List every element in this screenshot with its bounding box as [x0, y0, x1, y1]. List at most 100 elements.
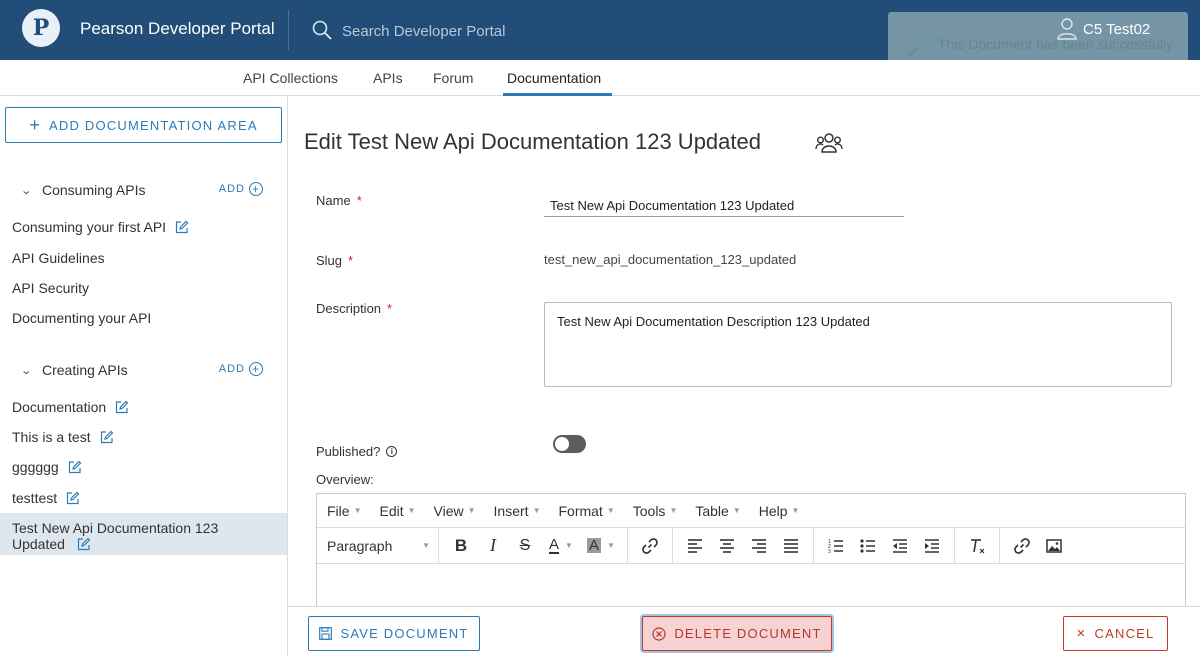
align-group [673, 527, 814, 564]
edit-icon[interactable] [77, 537, 91, 551]
link-group [628, 527, 673, 564]
sidebar-item-label: API Guidelines [12, 250, 105, 266]
pearson-logo[interactable]: P [22, 9, 60, 47]
add-consuming-apis-button[interactable]: ADD + [219, 182, 263, 196]
align-center-icon[interactable] [711, 532, 743, 560]
editor-menubar: File ▼ Edit ▼ View ▼ Insert ▼ Format ▼ Tools ▼… [317, 494, 1185, 528]
name-label-text: Name [316, 193, 351, 208]
edit-icon[interactable] [66, 491, 80, 505]
insert-link-icon[interactable] [1006, 532, 1038, 560]
text-color-icon[interactable]: A ▼ [541, 532, 581, 560]
users-group-icon[interactable] [815, 130, 843, 156]
sidebar-item-consuming-your-first-api[interactable]: Consuming your first API [12, 219, 189, 235]
clear-formatting-icon[interactable] [961, 532, 993, 560]
description-field[interactable] [544, 302, 1172, 387]
published-label-text: Published? [316, 444, 381, 459]
edit-icon[interactable] [115, 400, 129, 414]
indent-icon[interactable] [916, 532, 948, 560]
link-icon[interactable] [634, 532, 666, 560]
user-name[interactable]: C5 Test02 [1083, 21, 1150, 38]
delete-document-button[interactable]: DELETE DOCUMENT [642, 616, 832, 651]
sidebar-item-documentation[interactable]: Documentation [12, 399, 129, 415]
caret-down-icon: ▼ [791, 506, 800, 515]
main-nav: API Collections APIs Forum Documentation [0, 60, 1200, 96]
menu-file[interactable]: File ▼ [327, 503, 361, 519]
menu-label: File [327, 502, 350, 519]
menu-view[interactable]: View ▼ [434, 503, 476, 519]
add-creating-apis-button[interactable]: ADD + [219, 362, 263, 376]
menu-tools[interactable]: Tools ▼ [633, 503, 678, 519]
menu-help[interactable]: Help ▼ [759, 503, 800, 519]
menu-edit[interactable]: Edit ▼ [379, 503, 415, 519]
align-right-icon[interactable] [743, 532, 775, 560]
published-label: Published? i [316, 444, 398, 459]
menu-table[interactable]: Table ▼ [695, 503, 740, 519]
menu-format[interactable]: Format ▼ [558, 503, 614, 519]
menu-label: View [433, 502, 464, 519]
edit-icon[interactable] [175, 220, 189, 234]
cancel-label: CANCEL [1094, 626, 1155, 641]
strikethrough-icon[interactable]: S [509, 532, 541, 560]
toggle-knob [555, 437, 569, 451]
caret-down-icon: ▼ [669, 506, 678, 515]
nav-active-indicator [503, 93, 612, 96]
user-icon[interactable] [1057, 18, 1077, 40]
cancel-button[interactable]: × CANCEL [1063, 616, 1168, 651]
required-marker: * [348, 253, 354, 268]
outdent-icon[interactable] [884, 532, 916, 560]
align-justify-icon[interactable] [775, 532, 807, 560]
save-document-button[interactable]: SAVE DOCUMENT [308, 616, 480, 651]
sidebar-item-label: This is a test [12, 429, 91, 445]
close-circle-icon [652, 626, 666, 641]
portal-title[interactable]: Pearson Developer Portal [80, 19, 275, 39]
group-title: Creating APIs [42, 362, 128, 378]
nav-api-collections[interactable]: API Collections [243, 70, 338, 86]
insert-image-icon[interactable] [1038, 532, 1070, 560]
plus-circle-icon: + [249, 362, 263, 376]
list-group: 123 [814, 527, 955, 564]
numbered-list-icon[interactable]: 123 [820, 532, 852, 560]
required-marker: * [356, 193, 362, 208]
menu-label: Format [558, 502, 603, 519]
sidebar-item-gggggg[interactable]: gggggg [12, 459, 82, 475]
caret-down-icon: ▼ [732, 506, 741, 515]
search-icon[interactable] [312, 20, 332, 40]
edit-icon[interactable] [68, 460, 82, 474]
nav-forum[interactable]: Forum [433, 70, 473, 86]
edit-icon[interactable] [100, 430, 114, 444]
italic-icon[interactable]: I [477, 532, 509, 560]
bullet-list-icon[interactable] [852, 532, 884, 560]
caret-down-icon: ▼ [606, 506, 615, 515]
sidebar-item-api-security[interactable]: API Security [12, 280, 89, 296]
description-label-text: Description [316, 301, 382, 316]
name-field[interactable] [544, 195, 904, 217]
block-format-value: Paragraph [327, 537, 393, 554]
sidebar-item-test-new-api-documentation[interactable]: Test New Api Documentation 123 Updated [12, 520, 272, 552]
save-label: SAVE DOCUMENT [340, 626, 469, 641]
bold-icon[interactable]: B [445, 532, 477, 560]
nav-apis[interactable]: APIs [373, 70, 403, 86]
group-consuming-apis[interactable]: ⌄ Consuming APIs [20, 180, 145, 200]
info-icon[interactable]: i [386, 446, 398, 457]
sidebar-item-api-guidelines[interactable]: API Guidelines [12, 250, 105, 266]
sidebar-item-documenting-your-api[interactable]: Documenting your API [12, 310, 151, 326]
menu-label: Tools [632, 502, 666, 519]
sidebar-item-label: gggggg [12, 459, 59, 475]
add-documentation-area-button[interactable]: + ADD DOCUMENTATION AREA [5, 107, 282, 143]
caret-down-icon: ▼ [353, 506, 362, 515]
search-input[interactable] [342, 20, 722, 42]
group-creating-apis[interactable]: ⌄ Creating APIs [20, 360, 128, 380]
sidebar-item-testtest[interactable]: testtest [12, 490, 80, 506]
caret-down-icon: ▼ [422, 541, 430, 550]
menu-label: Help [758, 502, 788, 519]
menu-insert[interactable]: Insert ▼ [494, 503, 541, 519]
nav-documentation[interactable]: Documentation [507, 70, 601, 86]
sidebar-item-this-is-a-test[interactable]: This is a test [12, 429, 114, 445]
background-color-icon[interactable]: A ▼ [581, 532, 621, 560]
documentation-sidebar: + ADD DOCUMENTATION AREA ⌄ Consuming API… [0, 96, 288, 656]
caret-down-icon: ▼ [467, 506, 476, 515]
block-format-select[interactable]: Paragraph ▼ [317, 527, 439, 564]
align-left-icon[interactable] [679, 532, 711, 560]
published-toggle[interactable] [553, 435, 586, 453]
name-label: Name * [316, 193, 362, 208]
